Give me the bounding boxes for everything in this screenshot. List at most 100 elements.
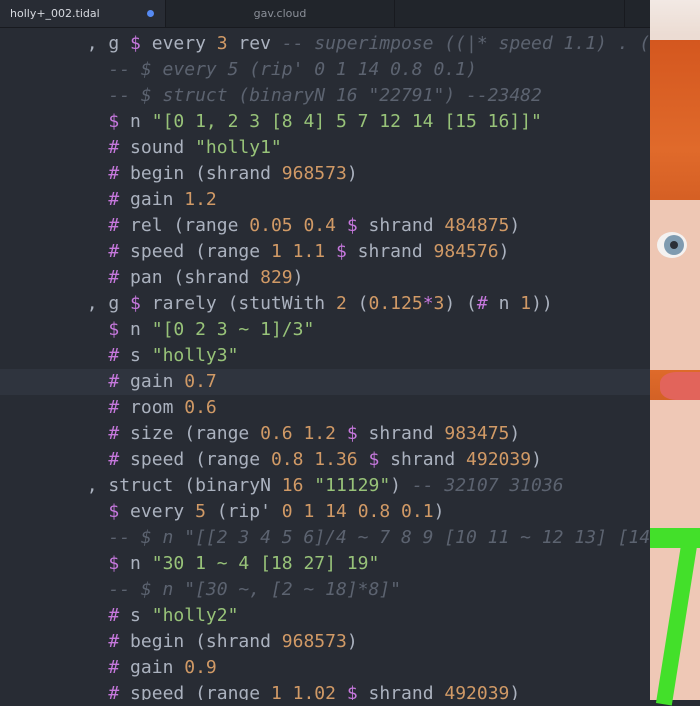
code-token: ) (433, 501, 445, 522)
code-line[interactable]: # sound "holly1" (0, 135, 650, 161)
code-line[interactable]: # begin (shrand 968573) (0, 629, 650, 655)
code-token: # (108, 163, 120, 184)
code-token: 0.4 (303, 215, 336, 236)
code-line[interactable]: -- $ n "[[2 3 4 5 6]/4 ~ 7 8 9 [10 11 ~ … (0, 525, 650, 551)
code-token: s (119, 345, 152, 366)
code-token: ) (346, 631, 358, 652)
code-token: # (108, 345, 120, 366)
code-token: 2 (335, 293, 347, 314)
code-line[interactable]: # size (range 0.6 1.2 $ shrand 983475) (0, 421, 650, 447)
code-token: ) (292, 267, 304, 288)
code-line[interactable]: # speed (range 1 1.1 $ shrand 984576) (0, 239, 650, 265)
code-line[interactable]: -- $ struct (binaryN 16 "22791") --23482 (0, 83, 650, 109)
code-token: 0.1 (401, 501, 434, 522)
code-token: )) (531, 293, 553, 314)
code-token: $ (130, 293, 141, 314)
code-token: 484875 (444, 215, 510, 236)
code-token: 0.9 (184, 657, 217, 678)
code-token: "[0 1, 2 3 [8 4] 5 7 12 14 [15 16]]" (151, 111, 542, 132)
tab-label: gav.cloud (253, 7, 307, 20)
code-token: "holly2" (151, 605, 239, 626)
code-token: speed (range (119, 241, 271, 262)
code-line[interactable]: # speed (range 0.8 1.36 $ shrand 492039) (0, 447, 650, 473)
code-line[interactable]: $ every 5 (rip' 0 1 14 0.8 0.1) (0, 499, 650, 525)
code-line[interactable]: # gain 1.2 (0, 187, 650, 213)
code-token: 1.02 (292, 683, 336, 700)
code-token: 5 (195, 501, 206, 522)
code-line[interactable]: $ n "[0 1, 2 3 [8 4] 5 7 12 14 [15 16]]" (0, 109, 650, 135)
code-token: 1 (270, 683, 282, 700)
code-line[interactable]: -- $ every 5 (rip' 0 1 14 0.8 0.1) (0, 57, 650, 83)
code-token: 1.1 (292, 241, 326, 262)
tab-gav-cloud[interactable]: gav.cloud (166, 0, 395, 27)
code-line[interactable]: , g $ rarely (stutWith 2 (0.125*3) (# n … (0, 291, 650, 317)
code-token: ( (346, 293, 369, 314)
code-token: n (119, 553, 152, 574)
code-token: gain (119, 657, 185, 678)
modified-dot-icon (147, 10, 154, 17)
code-token: 492039 (466, 449, 532, 470)
code-token: 16 (281, 475, 304, 496)
code-editor[interactable]: , g $ every 3 rev -- superimpose ((|* sp… (0, 27, 650, 700)
code-line[interactable]: # speed (range 1 1.02 $ shrand 492039) (0, 681, 650, 700)
code-token: 3 (433, 293, 445, 314)
code-token: room (119, 397, 185, 418)
code-line[interactable]: # gain 0.7 (0, 369, 650, 395)
code-line[interactable]: , struct (binaryN 16 "11129") -- 32107 3… (0, 473, 650, 499)
code-token: begin (shrand (119, 631, 282, 652)
code-token: 1.2 (184, 189, 217, 210)
code-line[interactable]: , g $ every 3 rev -- superimpose ((|* sp… (0, 31, 650, 57)
code-line[interactable]: # pan (shrand 829) (0, 265, 650, 291)
code-line[interactable]: # room 0.6 (0, 395, 650, 421)
code-token: # (108, 371, 120, 392)
lips-region (660, 372, 700, 400)
code-line[interactable]: $ n "30 1 ~ 4 [18 27] 19" (0, 551, 650, 577)
code-token: 1 (303, 501, 315, 522)
code-line[interactable]: # rel (range 0.05 0.4 $ shrand 484875) (0, 213, 650, 239)
code-line[interactable]: # s "holly2" (0, 603, 650, 629)
tab-holly-002-tidal[interactable]: holly+_002.tidal (0, 0, 166, 27)
code-token: $ (346, 215, 358, 236)
code-token: ) (498, 241, 510, 262)
code-line[interactable]: # gain 0.9 (0, 655, 650, 681)
code-token: # (108, 423, 120, 444)
code-line[interactable]: # begin (shrand 968573) (0, 161, 650, 187)
code-token: "11129" (314, 475, 391, 496)
code-token: 14 (325, 501, 347, 522)
code-token: n (119, 319, 152, 340)
code-token: # (108, 631, 120, 652)
green-graphic-bar (650, 528, 700, 548)
code-token: 492039 (444, 683, 510, 700)
code-token: ) ( (444, 293, 477, 314)
code-line[interactable]: -- $ n "[30 ~, [2 ~ 18]*8]" (0, 577, 650, 603)
code-token: 0.6 (260, 423, 293, 444)
code-token: every (119, 501, 196, 522)
code-token: n (119, 111, 152, 132)
code-token: -- 32107 31036 (411, 475, 564, 496)
code-token: # (108, 449, 120, 470)
code-line[interactable]: # s "holly3" (0, 343, 650, 369)
code-token: -- $ struct (binaryN 16 "22791") --23482 (0, 85, 542, 106)
face-region (650, 200, 700, 370)
code-token: 968573 (281, 631, 347, 652)
code-token: -- $ n "[[2 3 4 5 6]/4 ~ 7 8 9 [10 11 ~ … (0, 527, 650, 548)
code-line[interactable]: $ n "[0 2 3 ~ 1]/3" (0, 317, 650, 343)
